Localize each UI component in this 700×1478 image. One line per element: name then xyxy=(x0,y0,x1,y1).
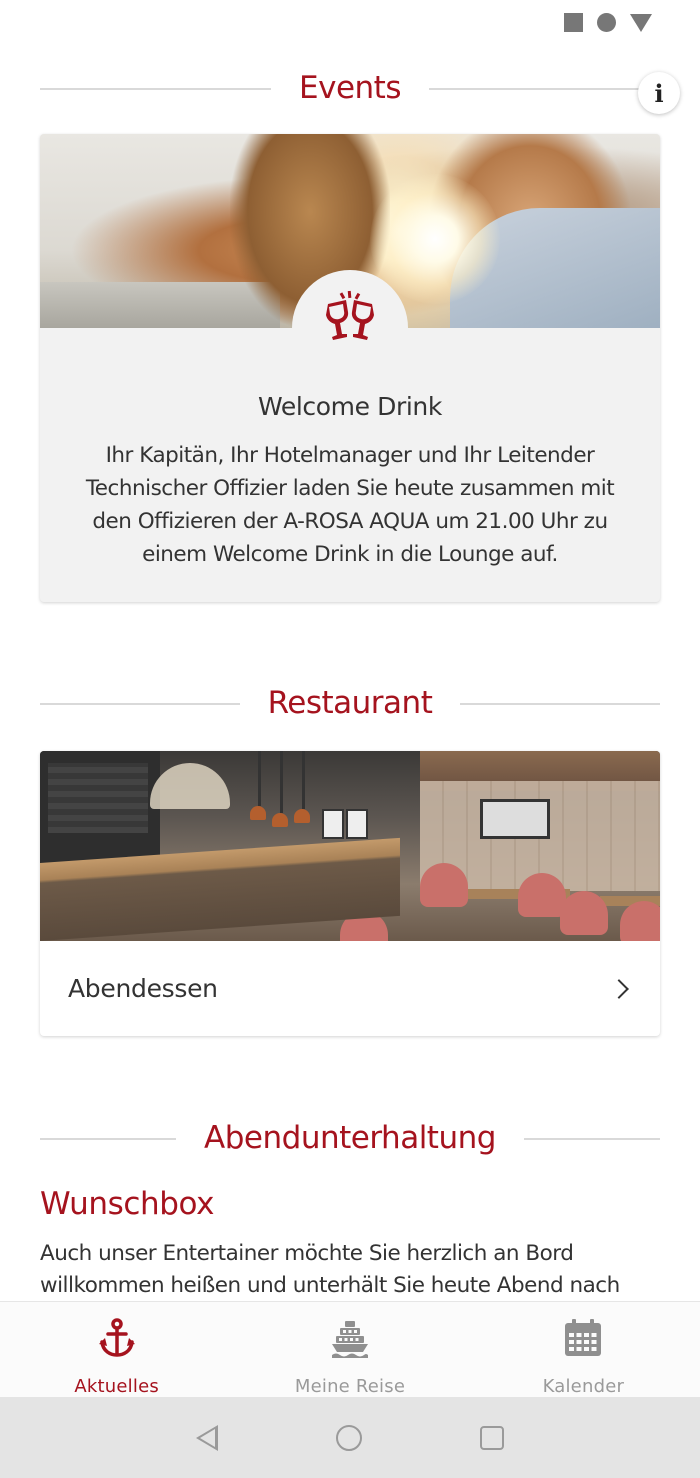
recent-apps-icon[interactable] xyxy=(480,1425,504,1450)
event-description: Ihr Kapitän, Ihr Hotelmanager und Ihr Le… xyxy=(85,443,615,567)
divider xyxy=(40,703,250,705)
entertainment-text: Auch unser Entertainer möchte Sie herzli… xyxy=(40,1241,620,1298)
square-icon xyxy=(564,13,583,32)
info-icon: i xyxy=(654,78,664,108)
home-icon[interactable] xyxy=(336,1424,362,1451)
events-heading: Events xyxy=(40,68,660,108)
info-button[interactable]: i xyxy=(638,72,680,114)
event-title: Welcome Drink xyxy=(258,392,442,421)
chevron-right-icon xyxy=(609,978,629,999)
nav-label-meine-reise: Meine Reise xyxy=(294,1376,406,1397)
scroll-content[interactable]: Events i Welcome Drink Ihr Kapitän, Ihr … xyxy=(0,48,700,1301)
restaurant-heading: Restaurant xyxy=(40,683,660,723)
divider xyxy=(40,1138,195,1140)
events-title: Events xyxy=(271,70,429,106)
restaurant-image xyxy=(40,751,660,941)
status-icons xyxy=(564,13,652,32)
status-bar xyxy=(0,0,700,48)
restaurant-card[interactable]: Abendessen xyxy=(40,751,660,1036)
restaurant-item-label: Abendessen xyxy=(68,974,218,1003)
divider xyxy=(450,703,660,705)
nav-label-aktuelles: Aktuelles xyxy=(74,1376,159,1397)
wunschbox-heading: Wunschbox xyxy=(40,1186,215,1222)
triangle-icon xyxy=(630,13,652,32)
event-body: Welcome Drink Ihr Kapitän, Ihr Hotelmana… xyxy=(40,392,660,571)
divider xyxy=(422,88,660,90)
nav-item-kalender[interactable]: Kalender xyxy=(467,1302,700,1397)
anchor-icon xyxy=(97,1318,137,1358)
divider xyxy=(40,88,278,90)
entertainment-title: Abendunterhaltung xyxy=(176,1120,524,1156)
restaurant-item-row[interactable]: Abendessen xyxy=(40,941,660,1036)
entertainment-heading: Abendunterhaltung xyxy=(40,1118,660,1158)
bottom-nav: Aktuelles Meine Reise Kalender xyxy=(0,1301,700,1397)
event-badge xyxy=(292,270,408,386)
nav-item-aktuelles[interactable]: Aktuelles xyxy=(0,1302,233,1397)
nav-item-meine-reise[interactable]: Meine Reise xyxy=(233,1302,466,1397)
divider xyxy=(505,1138,660,1140)
nav-label-kalender: Kalender xyxy=(542,1376,625,1397)
event-card[interactable]: Welcome Drink Ihr Kapitän, Ihr Hotelmana… xyxy=(40,134,660,602)
restaurant-title: Restaurant xyxy=(239,685,461,721)
calendar-icon xyxy=(563,1318,603,1358)
wine-glasses-toast-icon xyxy=(326,290,374,340)
system-nav-bar xyxy=(0,1397,700,1478)
circle-icon xyxy=(597,13,616,32)
ship-icon xyxy=(330,1318,370,1358)
back-icon[interactable] xyxy=(196,1424,218,1451)
